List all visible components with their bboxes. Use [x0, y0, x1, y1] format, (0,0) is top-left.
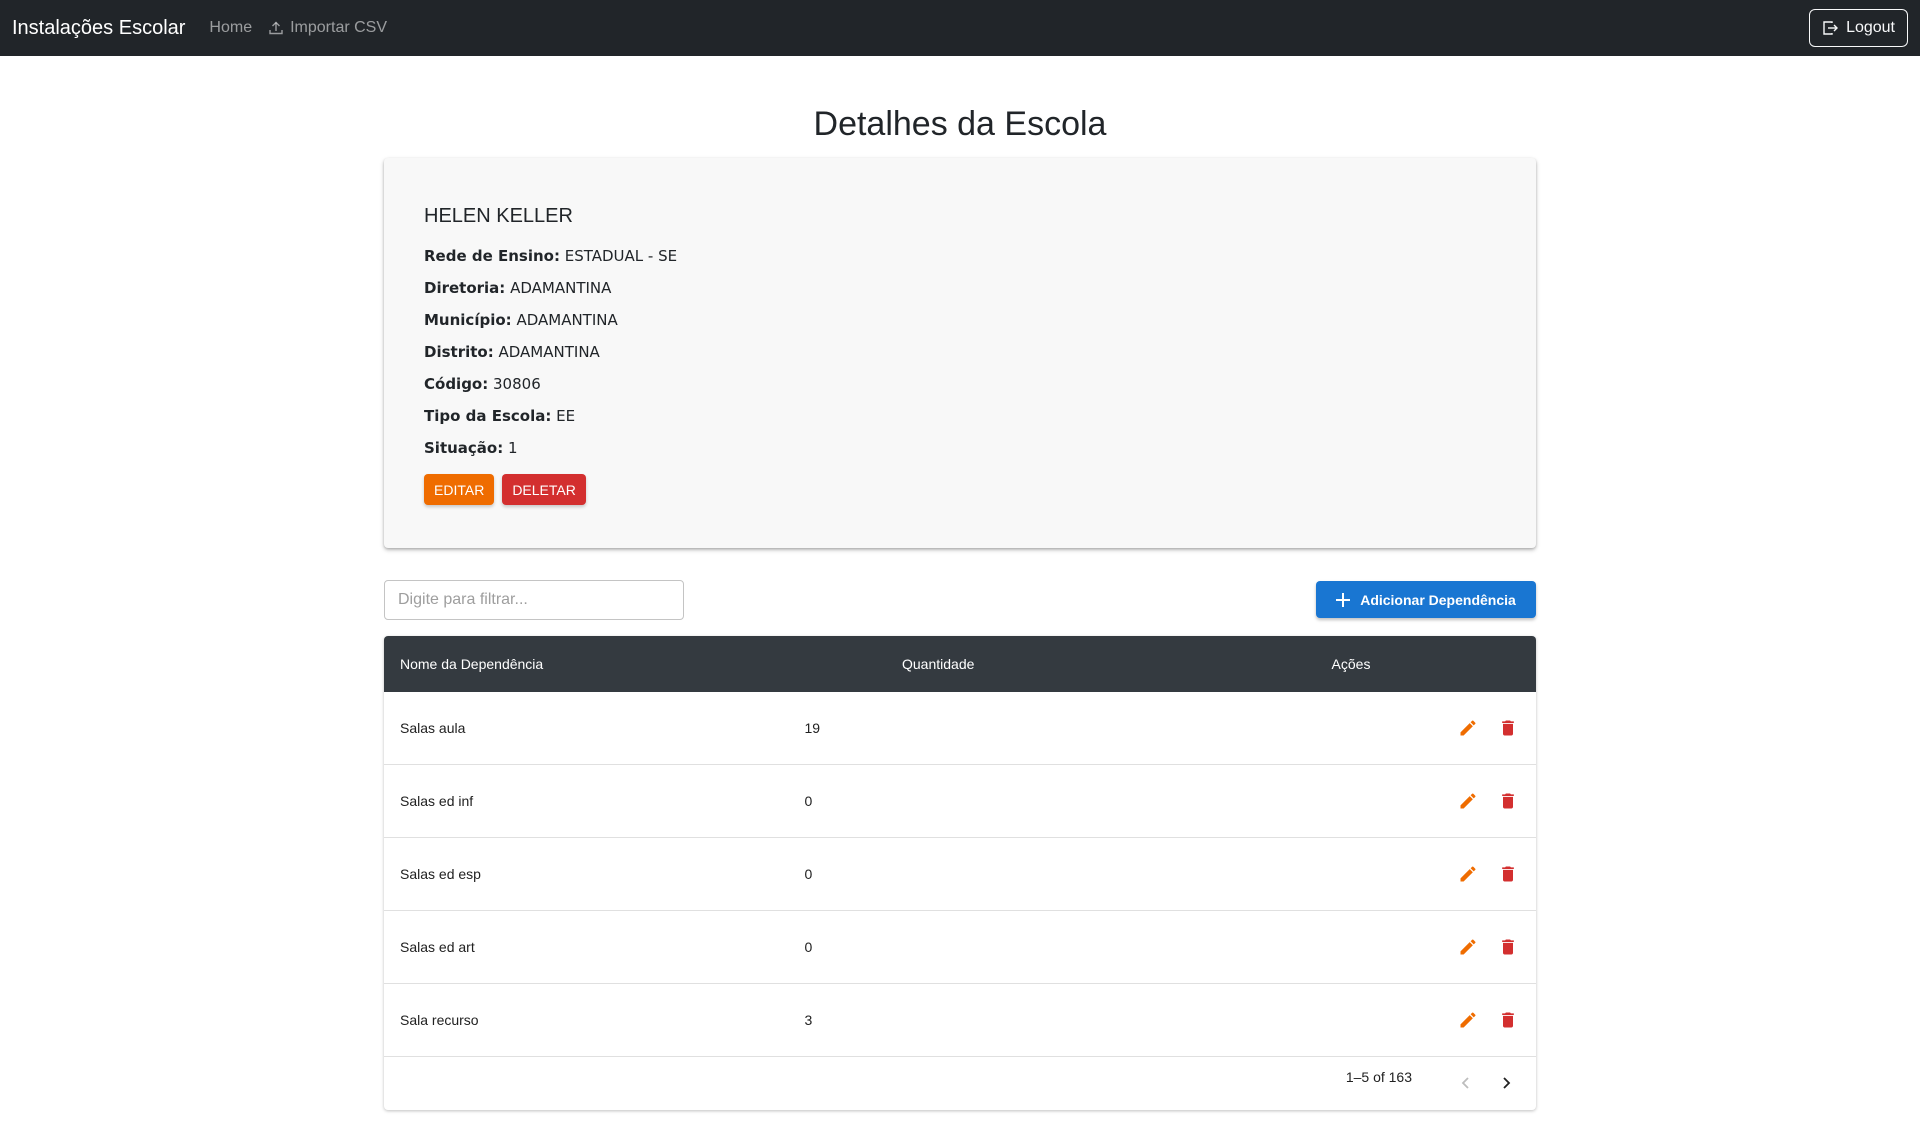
table-row: Salas ed esp 0 [384, 838, 1536, 911]
delete-icon[interactable] [1496, 862, 1520, 886]
nav-link-import-csv[interactable]: Importar CSV [268, 19, 387, 37]
cell-actions [1006, 935, 1536, 959]
chevron-right-icon [1503, 1077, 1511, 1089]
field-diretoria: Diretoria: ADAMANTINA [424, 272, 1496, 304]
header-actions: Ações [1275, 656, 1536, 672]
edit-icon[interactable] [1456, 789, 1480, 813]
filter-input[interactable] [384, 580, 684, 620]
nav-link-home-label: Home [209, 19, 253, 36]
field-distrito: Distrito: ADAMANTINA [424, 336, 1496, 368]
cell-name: Salas ed esp [400, 866, 481, 882]
school-details-card: HELEN KELLER Rede de Ensino: ESTADUAL - … [384, 158, 1536, 548]
add-dependency-button[interactable]: Adicionar Dependência [1316, 581, 1536, 618]
navbar: Instalações Escolar Home Importar CSV Lo… [0, 0, 1920, 56]
dependencies-table: Nome da Dependência Quantidade Ações Sal… [384, 636, 1536, 1110]
delete-icon[interactable] [1496, 789, 1520, 813]
table-header: Nome da Dependência Quantidade Ações [384, 636, 1536, 692]
edit-school-button[interactable]: EDITAR [424, 474, 495, 505]
prev-page-button[interactable] [1450, 1067, 1482, 1099]
edit-icon[interactable] [1456, 862, 1480, 886]
delete-icon[interactable] [1496, 1008, 1520, 1032]
field-label: Diretoria: [424, 279, 506, 297]
nav-link-home[interactable]: Home [209, 19, 252, 37]
field-rede-ensino: Rede de Ensino: ESTADUAL - SE [424, 240, 1496, 272]
header-name[interactable]: Nome da Dependência [384, 656, 902, 672]
cell-actions [1006, 789, 1536, 813]
school-actions: EDITAR DELETAR [424, 474, 1496, 505]
cell-name: Salas aula [400, 720, 466, 736]
field-label: Rede de Ensino: [424, 247, 560, 265]
field-municipio: Município: ADAMANTINA [424, 304, 1496, 336]
logout-button[interactable]: Logout [1809, 9, 1908, 47]
field-value: ADAMANTINA [510, 279, 612, 297]
field-situacao: Situação: 1 [424, 432, 1496, 464]
table-row: Salas ed art 0 [384, 911, 1536, 984]
upload-icon [269, 21, 283, 35]
chevron-left-icon [1461, 1077, 1469, 1089]
logout-icon [1823, 21, 1839, 35]
field-codigo: Código: 30806 [424, 368, 1496, 400]
cell-actions [1006, 862, 1536, 886]
field-label: Distrito: [424, 343, 494, 361]
field-value: 1 [508, 439, 518, 457]
cell-actions [1006, 716, 1536, 740]
field-label: Código: [424, 375, 489, 393]
field-value: ADAMANTINA [498, 343, 600, 361]
delete-icon[interactable] [1496, 935, 1520, 959]
cell-name: Sala recurso [400, 1012, 479, 1028]
field-tipo-escola: Tipo da Escola: EE [424, 400, 1496, 432]
header-actions-label: Ações [1331, 656, 1371, 672]
delete-school-button[interactable]: DELETAR [502, 474, 586, 505]
field-label: Tipo da Escola: [424, 407, 552, 425]
edit-icon[interactable] [1456, 1008, 1480, 1032]
field-value: 30806 [493, 375, 541, 393]
field-value: EE [556, 407, 576, 425]
logout-label: Logout [1846, 19, 1895, 36]
table-row: Sala recurso 3 [384, 984, 1536, 1057]
field-label: Situação: [424, 439, 504, 457]
field-value: ESTADUAL - SE [564, 247, 678, 265]
cell-name: Salas ed art [400, 939, 475, 955]
field-value: ADAMANTINA [516, 311, 618, 329]
edit-icon[interactable] [1456, 716, 1480, 740]
cell-actions [1006, 1008, 1536, 1032]
brand-title[interactable]: Instalações Escolar [12, 17, 185, 40]
table-row: Salas aula 19 [384, 692, 1536, 765]
table-row: Salas ed inf 0 [384, 765, 1536, 838]
delete-icon[interactable] [1496, 716, 1520, 740]
add-dependency-label: Adicionar Dependência [1360, 591, 1516, 608]
edit-icon[interactable] [1456, 935, 1480, 959]
header-quantity[interactable]: Quantidade [902, 656, 1275, 672]
cell-name: Salas ed inf [400, 793, 474, 809]
school-name: HELEN KELLER [424, 205, 573, 227]
pagination: 1–5 of 163 [384, 1057, 1536, 1109]
page-title: Detalhes da Escola [813, 105, 1107, 143]
plus-icon [1336, 592, 1351, 607]
next-page-button[interactable] [1490, 1067, 1522, 1099]
pagination-range: 1–5 of 163 [1345, 1069, 1412, 1085]
field-label: Município: [424, 311, 512, 329]
nav-link-import-csv-label: Importar CSV [290, 19, 388, 36]
